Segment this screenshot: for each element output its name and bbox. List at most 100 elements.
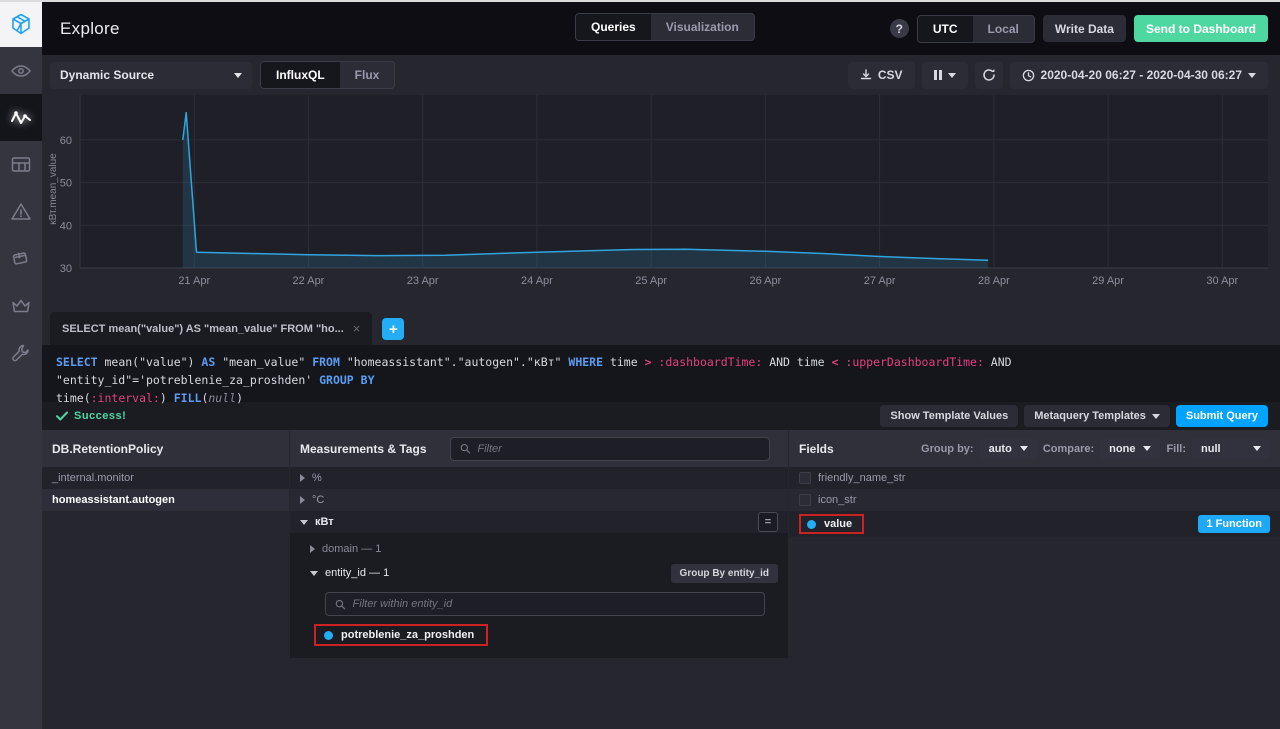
query-token: :upperDashboardTime: xyxy=(845,355,984,369)
query-builder: DB.RetentionPolicy _internal.monitorhome… xyxy=(42,430,1280,729)
sidebar-item-integrations-cube[interactable] xyxy=(0,235,42,282)
pulse-graph-icon xyxy=(10,107,32,129)
group-by-entity-id-button[interactable]: Group By entity_id xyxy=(670,563,778,583)
measurements-filter-input[interactable] xyxy=(477,442,760,455)
time-range-dropdown[interactable]: 2020-04-20 06:27 - 2020-04-30 06:27 xyxy=(1009,61,1268,89)
svg-text:40: 40 xyxy=(60,220,72,232)
timezone-utc[interactable]: UTC xyxy=(917,15,973,42)
show-template-values-button[interactable]: Show Template Values xyxy=(880,405,1019,427)
measurement-item[interactable]: % xyxy=(290,467,788,489)
timezone-local[interactable]: Local xyxy=(973,16,1034,42)
field-item-friendly_name_str[interactable]: friendly_name_str xyxy=(789,467,1280,489)
db-item-_internal.monitor[interactable]: _internal.monitor xyxy=(42,467,289,489)
query-token: < xyxy=(831,355,846,369)
tag-label: entity_id — 1 xyxy=(325,567,390,579)
csv-label: CSV xyxy=(877,68,903,82)
metaquery-templates-dropdown[interactable]: Metaquery Templates xyxy=(1024,405,1170,427)
fill-dropdown[interactable]: null xyxy=(1192,438,1270,459)
checkbox-icon[interactable] xyxy=(799,472,811,484)
annotation-highlight-box[interactable]: potreblenie_za_proshden xyxy=(314,624,489,646)
tag-row-collapsed[interactable]: domain — 1 xyxy=(310,537,778,561)
measurement-expanded-area: domain — 1 entity_id — 1 Group By entity_i… xyxy=(290,533,788,658)
send-to-dashboard-button[interactable]: Send to Dashboard xyxy=(1133,15,1268,42)
page-title: Explore xyxy=(60,18,120,38)
integrations-cube-icon xyxy=(10,248,32,270)
query-editor-panel: SELECT mean("value") AS "mean_value" FRO… xyxy=(42,312,1280,430)
db-retention-panel: DB.RetentionPolicy _internal.monitorhome… xyxy=(42,430,289,511)
check-icon xyxy=(56,411,68,421)
measurement-label: кВт xyxy=(315,516,334,528)
dashboards-icon xyxy=(10,154,32,176)
sidebar-item-pulse-graph[interactable] xyxy=(0,94,42,141)
timezone-toggle: UTC Local xyxy=(916,14,1035,43)
svg-text:25 Apr: 25 Apr xyxy=(635,275,667,287)
query-token: ) xyxy=(159,390,174,405)
tag-value-filter[interactable] xyxy=(325,592,765,616)
tab-queries[interactable]: Queries xyxy=(576,14,651,40)
query-text-line-1: SELECT mean("value") AS "mean_value" FRO… xyxy=(56,354,1266,390)
line-chart-svg: 30 40 50 60 21 Apr 22 Apr 23 Apr 24 Apr 25 Apr 26… xyxy=(48,95,1268,287)
query-tab[interactable]: SELECT mean("value") AS "mean_value" FRO… xyxy=(50,312,373,345)
svg-text:30 Apr: 30 Apr xyxy=(1206,275,1238,287)
help-icon[interactable]: ? xyxy=(889,19,909,38)
field-item-icon_str[interactable]: icon_str xyxy=(789,489,1280,511)
query-token: SELECT xyxy=(56,355,98,369)
submit-query-button[interactable]: Submit Query xyxy=(1175,405,1268,427)
tag-row-expanded[interactable]: entity_id — 1 Group By entity_id xyxy=(310,561,778,585)
group-by-dropdown[interactable]: auto xyxy=(979,438,1037,459)
svg-text:29 Apr: 29 Apr xyxy=(1092,275,1124,287)
measurement-item[interactable]: °C xyxy=(290,489,788,511)
query-code-editor[interactable]: SELECT mean("value") AS "mean_value" FRO… xyxy=(42,345,1280,405)
sidebar-item-crown-admin[interactable] xyxy=(0,282,42,329)
sidebar-item-wrench-config[interactable] xyxy=(0,329,42,376)
measurement-label: °C xyxy=(312,494,325,506)
db-item-homeassistant.autogen[interactable]: homeassistant.autogen xyxy=(42,489,289,511)
tab-influxql[interactable]: InfluxQL xyxy=(261,62,340,88)
annotation-highlight-box[interactable]: value xyxy=(799,514,865,534)
measurement-item-expanded[interactable]: кВт = xyxy=(290,511,788,533)
source-dropdown[interactable]: Dynamic Source xyxy=(50,61,252,89)
alert-triangle-icon xyxy=(10,201,32,223)
query-token: GROUP BY xyxy=(319,372,375,387)
compare-dropdown[interactable]: none xyxy=(1100,438,1161,459)
chevron-down-icon xyxy=(1143,446,1152,451)
sidebar-item-alert-triangle[interactable] xyxy=(0,188,42,235)
explore-graph[interactable]: 30 40 50 60 21 Apr 22 Apr 23 Apr 24 Apr 25 Apr 26… xyxy=(42,95,1280,312)
db-retention-title: DB.RetentionPolicy xyxy=(52,441,164,456)
checkbox-icon[interactable] xyxy=(799,494,811,506)
tag-label: domain — 1 xyxy=(322,543,382,555)
close-icon[interactable]: × xyxy=(353,321,361,336)
tab-flux[interactable]: Flux xyxy=(340,62,395,88)
add-query-tab-button[interactable]: + xyxy=(382,318,405,340)
measurements-filter[interactable] xyxy=(450,436,770,461)
sidebar-item-dashboards[interactable] xyxy=(0,141,42,188)
write-data-button[interactable]: Write Data xyxy=(1042,15,1126,42)
query-token: :interval: xyxy=(90,390,160,405)
chevron-down-icon xyxy=(234,72,242,78)
toolbar-right-group: CSV 2020-04-20 06:27 - 2020-04-30 06:27 xyxy=(847,61,1268,89)
download-csv-button[interactable]: CSV xyxy=(847,61,915,89)
svg-text:60: 60 xyxy=(60,135,72,147)
tab-visualization[interactable]: Visualization xyxy=(651,14,754,40)
svg-text:24 Apr: 24 Apr xyxy=(521,275,553,287)
compare-label: Compare: xyxy=(1042,442,1095,455)
query-tab-label: SELECT mean("value") AS "mean_value" FRO… xyxy=(62,322,344,335)
search-icon xyxy=(460,443,471,454)
field-item-value[interactable]: value 1 Function xyxy=(789,511,1280,537)
svg-text:27 Apr: 27 Apr xyxy=(864,275,896,287)
sidebar-item-eye[interactable] xyxy=(0,47,42,94)
refresh-button[interactable] xyxy=(974,61,1003,89)
tag-value-filter-input[interactable] xyxy=(352,598,755,610)
svg-text:21 Apr: 21 Apr xyxy=(178,275,210,287)
svg-text:23 Apr: 23 Apr xyxy=(407,275,439,287)
measurements-list: % °C кВт = domain — 1 entity_id — 1 Group By e… xyxy=(290,467,788,658)
field-label: value xyxy=(824,518,853,530)
expand-right-icon xyxy=(310,545,315,553)
db-item-label: _internal.monitor xyxy=(52,472,134,484)
function-count-badge[interactable]: 1 Function xyxy=(1198,515,1270,533)
chevron-down-icon xyxy=(947,72,956,78)
equals-filter-badge[interactable]: = xyxy=(758,512,778,532)
measurements-title: Measurements & Tags xyxy=(300,441,427,456)
pause-refresh-dropdown[interactable] xyxy=(921,61,968,89)
db-retention-header: DB.RetentionPolicy xyxy=(42,430,289,467)
